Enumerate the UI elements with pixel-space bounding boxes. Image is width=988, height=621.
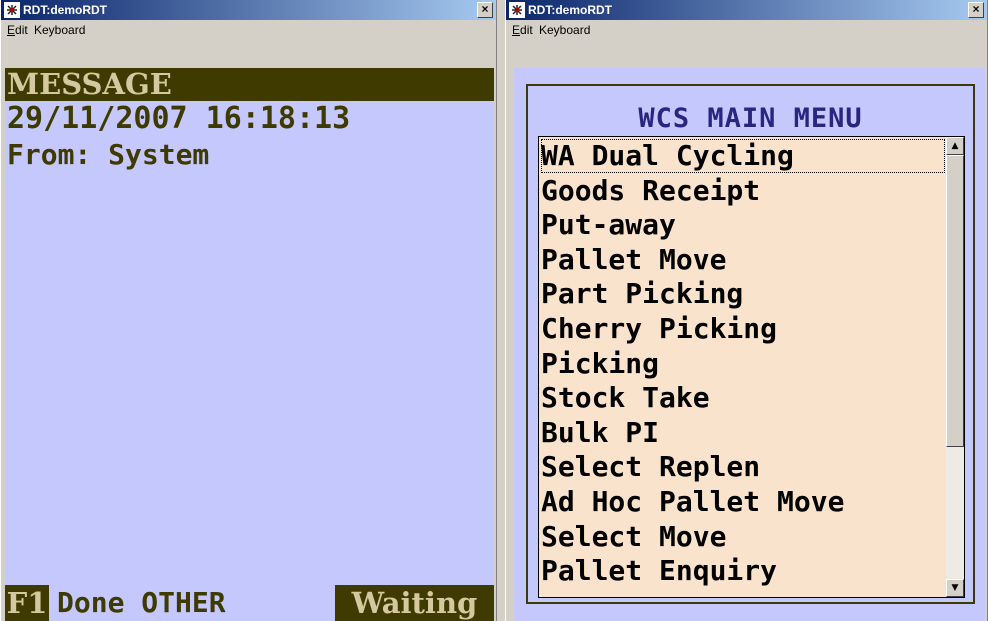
app-icon — [509, 2, 525, 18]
menu-list-item[interactable]: Bulk PI — [541, 416, 659, 450]
menu-list-item[interactable]: Pallet Enquiry — [541, 554, 777, 588]
message-header-label: MESSAGE — [7, 67, 172, 101]
close-button[interactable]: × — [968, 2, 984, 18]
title-bar[interactable]: RDT:demoRDT × — [506, 0, 987, 20]
menu-list-item[interactable]: WA Dual Cycling — [541, 139, 945, 173]
menu-list-item[interactable]: Part Picking — [541, 277, 743, 311]
menu-edit[interactable]: Edit — [7, 23, 28, 37]
main-menu-list[interactable]: WA Dual Cycling Goods Receipt Put-away Pall… — [538, 136, 965, 598]
menu-list-item[interactable]: Select Replen — [541, 450, 760, 484]
f1-key[interactable]: F1 — [5, 585, 49, 621]
main-menu-frame: WCS MAIN MENU WA Dual Cycling Goods Recei… — [526, 84, 975, 604]
menu-list-item[interactable]: Picking — [541, 347, 659, 381]
menu-list-item[interactable]: Select Move — [541, 520, 726, 554]
message-from: From: System — [7, 138, 210, 171]
rdt-window-message: RDT:demoRDT × Edit Keyboard MESSAGE 29/1… — [0, 0, 497, 621]
message-header: MESSAGE — [5, 68, 494, 101]
menu-keyboard[interactable]: Keyboard — [34, 23, 85, 37]
menu-edit[interactable]: Edit — [512, 23, 533, 37]
terminal-screen: WCS MAIN MENU WA Dual Cycling Goods Recei… — [514, 68, 985, 621]
menu-bar: Edit Keyboard — [1, 20, 496, 40]
message-datetime: 29/11/2007 16:18:13 — [7, 101, 351, 136]
main-menu-title: WCS MAIN MENU — [638, 103, 863, 134]
menu-list-item[interactable]: Stock Take — [541, 381, 710, 415]
menu-bar: Edit Keyboard — [506, 20, 987, 40]
menu-keyboard[interactable]: Keyboard — [539, 23, 590, 37]
status-indicator: Waiting — [335, 585, 494, 621]
terminal-screen: MESSAGE 29/11/2007 16:18:13 From: System… — [5, 68, 494, 621]
scroll-down-icon[interactable]: ▼ — [946, 579, 964, 597]
scroll-thumb[interactable] — [946, 155, 964, 447]
close-icon: × — [972, 2, 980, 16]
menu-list-item[interactable]: Cherry Picking — [541, 312, 777, 346]
menu-list-item[interactable]: Put-away — [541, 208, 676, 242]
window-title: RDT:demoRDT — [528, 3, 612, 17]
list-scrollbar[interactable]: ▲ ▼ — [946, 137, 964, 597]
menu-list-item[interactable]: Ad Hoc Pallet Move — [541, 485, 844, 519]
title-bar[interactable]: RDT:demoRDT × — [1, 0, 496, 20]
window-title: RDT:demoRDT — [23, 3, 107, 17]
menu-list-item[interactable]: Pallet Move — [541, 243, 726, 277]
footer-actions: Done OTHER — [57, 586, 226, 619]
app-icon — [4, 2, 20, 18]
function-key-footer: F1 Done OTHER Waiting — [5, 585, 494, 621]
menu-list-item[interactable]: Goods Receipt — [541, 174, 760, 208]
close-icon: × — [481, 2, 489, 16]
close-button[interactable]: × — [477, 2, 493, 18]
scroll-up-icon[interactable]: ▲ — [946, 137, 964, 155]
rdt-window-main-menu: RDT:demoRDT × Edit Keyboard WCS MAIN MEN… — [505, 0, 988, 621]
